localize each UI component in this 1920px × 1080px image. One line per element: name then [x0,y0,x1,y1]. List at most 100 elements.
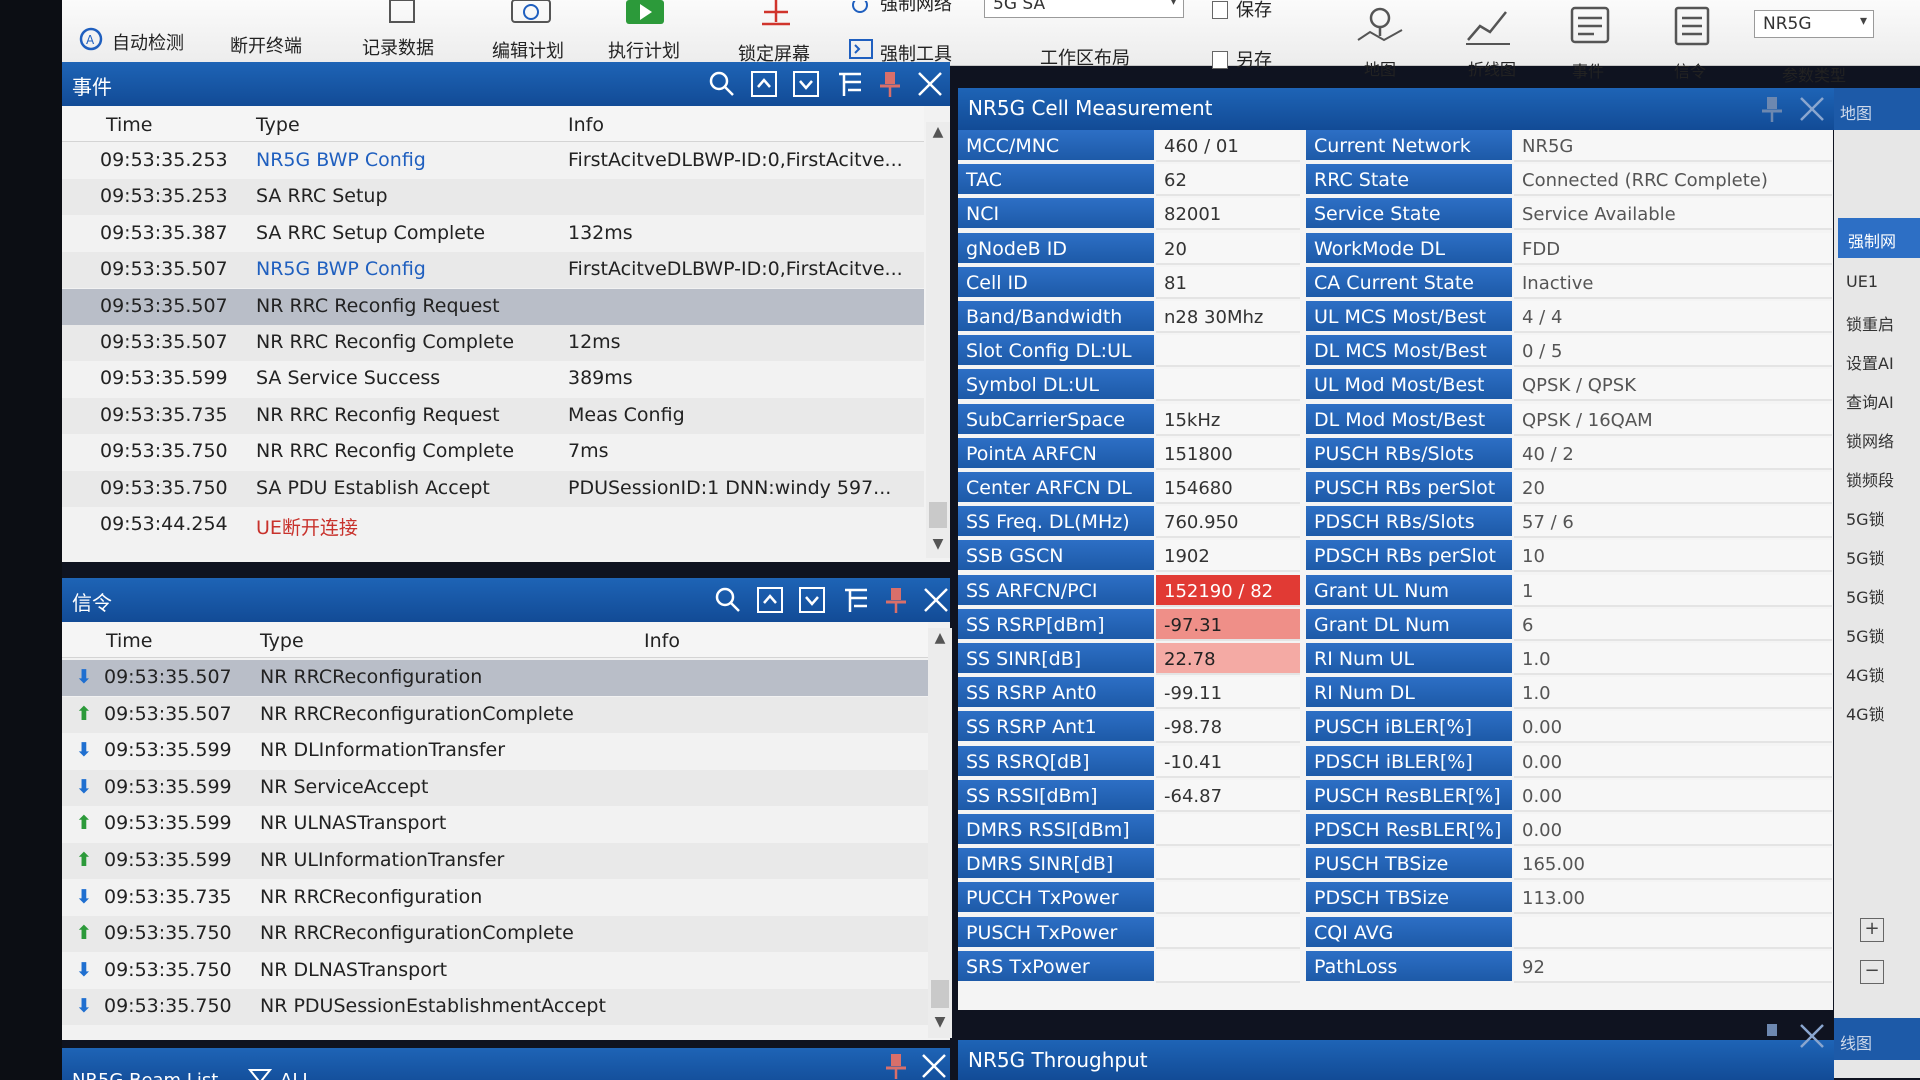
record-data-button[interactable]: 记录数据 [362,34,434,60]
pin-icon[interactable] [882,1052,910,1080]
scroll-down-arrow-icon[interactable]: ▼ [926,536,950,552]
main-toolbar: A 自动检测 断开终端 记录数据 编辑计划 执行计划 锁定屏幕 强制网络 强制工… [62,0,1920,85]
event-button[interactable]: 事件 [1572,58,1604,82]
event-info: 12ms [568,331,621,353]
right-strip-item[interactable]: 4G锁 [1846,662,1885,686]
table-row[interactable]: ⬇ 09:53:35.750 NR PDUSessionEstablishmentA… [62,989,928,1026]
table-row[interactable]: 09:53:35.507 NR RRC Reconfig Complete 12ms [62,325,924,361]
save-icon [1212,1,1228,19]
right-strip-item[interactable]: UE1 [1846,272,1878,291]
table-row[interactable]: ⬇ 09:53:35.599 NR DLInformationTransfer [62,733,928,769]
table-row[interactable]: 09:53:35.387 SA RRC Setup Complete 132ms [62,216,924,252]
right-strip-item[interactable]: 锁网络 [1846,428,1894,452]
table-row[interactable]: ⬇ 09:53:35.507 NR RRCReconfiguration [62,660,928,696]
table-row[interactable]: 09:53:35.750 NR RRC Reconfig Complete 7ms [62,434,924,470]
close-icon[interactable] [922,586,950,614]
save-as-button[interactable]: 另存 [1212,46,1272,72]
scroll-down-arrow-icon[interactable]: ▼ [928,1014,952,1030]
table-row[interactable]: ⬆ 09:53:35.507 NR RRCReconfigurationComple… [62,696,928,733]
right-strip-item[interactable]: 5G锁 [1846,506,1885,530]
record-data-icon [382,0,422,30]
right-strip-item[interactable]: 锁频段 [1846,467,1894,491]
table-row[interactable]: ⬆ 09:53:35.599 NR ULNASTransport [62,806,928,842]
table-row[interactable]: 09:53:35.507 NR5G BWP Config FirstAcitveDL… [62,252,924,289]
disconnect-terminal-button[interactable]: 断开终端 [230,32,302,58]
col-time[interactable]: Time [96,622,246,658]
event-type: NR RRC Reconfig Request [256,403,500,426]
pin-icon[interactable] [882,586,910,614]
scroll-bottom-icon[interactable] [798,586,826,614]
edit-plan-button[interactable]: 编辑计划 [492,37,564,63]
scrollbar-thumb[interactable] [929,502,947,528]
right-strip-item[interactable]: 4G锁 [1846,701,1885,725]
line-chart-button[interactable]: 折线图 [1468,56,1516,80]
col-info[interactable]: Info [558,106,918,142]
pin-icon[interactable] [1758,95,1786,123]
table-row[interactable]: ⬇ 09:53:35.735 NR RRCReconfiguration [62,880,928,916]
meas-param-value: 4 / 4 [1514,301,1832,333]
table-row[interactable]: 09:53:44.254 UE断开连接 [62,507,924,543]
filter-icon[interactable] [247,1068,273,1080]
close-icon[interactable] [1798,95,1826,123]
close-icon[interactable] [1798,1022,1826,1050]
meas-param-name: UL MCS Most/Best [1306,301,1512,333]
pin-icon[interactable] [1758,1022,1786,1050]
pin-icon[interactable] [876,70,904,98]
right-strip-tab[interactable]: 强制网 [1838,218,1920,258]
right-strip-item[interactable]: 5G锁 [1846,545,1885,569]
col-time[interactable]: Time [96,106,246,142]
right-strip-chart-label[interactable]: 线图 [1840,1030,1872,1054]
col-info[interactable]: Info [634,622,914,658]
right-strip-item[interactable]: 5G锁 [1846,584,1885,608]
param-type-button[interactable]: 参数类型 [1782,62,1846,86]
col-type[interactable]: Type [246,106,556,142]
table-row[interactable]: 09:53:35.253 SA RRC Setup [62,179,924,216]
scroll-up-arrow-icon[interactable]: ▲ [928,630,952,646]
right-strip-item[interactable]: 设置AI [1846,350,1894,374]
execute-plan-button[interactable]: 执行计划 [608,37,680,63]
table-row[interactable]: ⬇ 09:53:35.599 NR ServiceAccept [62,769,928,806]
right-strip-item[interactable]: 查询AI [1846,389,1894,413]
network-select[interactable]: NR5G ▾ [1754,10,1874,38]
table-row[interactable]: ⬇ 09:53:35.750 NR DLNASTransport [62,953,928,989]
table-row[interactable]: ⬆ 09:53:35.750 NR RRCReconfigurationComple… [62,916,928,953]
signaling-scrollbar[interactable]: ▲ ▼ [928,628,952,1038]
arrow-up-icon: ⬆ [76,922,90,945]
plus-icon[interactable]: + [1860,918,1884,942]
scroll-top-icon[interactable] [756,586,784,614]
right-strip-item[interactable]: 锁重启 [1846,311,1894,335]
close-icon[interactable] [920,1052,948,1080]
map-button[interactable]: 地图 [1364,56,1396,80]
mode-select[interactable]: 5G SA ▾ [984,0,1184,18]
events-scrollbar[interactable]: ▲ ▼ [926,122,950,558]
save-button[interactable]: 保存 [1212,0,1272,22]
table-row[interactable]: ⬆ 09:53:35.599 NR ULInformationTransfer [62,843,928,879]
right-strip-map-label[interactable]: 地图 [1840,100,1872,124]
arrow-down-icon: ⬇ [76,958,90,981]
scroll-up-arrow-icon[interactable]: ▲ [926,124,950,140]
col-type[interactable]: Type [250,622,630,658]
table-row[interactable]: 09:53:35.599 SA Service Success 389ms [62,361,924,397]
signaling-button[interactable]: 信令 [1674,58,1706,82]
table-row[interactable]: 09:53:35.253 NR5G BWP Config FirstAcitveDL… [62,143,924,179]
meas-param-name: NCI [958,198,1154,231]
force-network-button[interactable]: 强制网络 [880,0,952,16]
table-row[interactable]: 09:53:35.735 NR RRC Reconfig Request Meas … [62,397,924,434]
scroll-top-icon[interactable] [750,70,778,98]
beam-list-filter[interactable]: ALL [280,1070,312,1080]
table-row[interactable]: 09:53:35.507 NR RRC Reconfig Request [62,288,924,325]
close-icon[interactable] [916,70,944,98]
table-row[interactable]: 09:53:35.750 SA PDU Establish Accept PDUSe… [62,470,924,507]
scrollbar-thumb[interactable] [931,980,949,1008]
search-icon[interactable] [708,70,736,98]
filter-icon[interactable] [836,70,864,98]
minus-icon[interactable]: − [1860,960,1884,984]
event-info: 132ms [568,221,633,244]
workspace-layout-button[interactable]: 工作区布局 [1040,44,1130,70]
search-icon[interactable] [714,586,742,614]
right-strip-item[interactable]: 5G锁 [1846,623,1885,647]
scroll-bottom-icon[interactable] [792,70,820,98]
auto-detect-button[interactable]: 自动检测 [112,29,184,55]
save-as-label: 另存 [1236,50,1272,71]
filter-icon[interactable] [842,586,870,614]
